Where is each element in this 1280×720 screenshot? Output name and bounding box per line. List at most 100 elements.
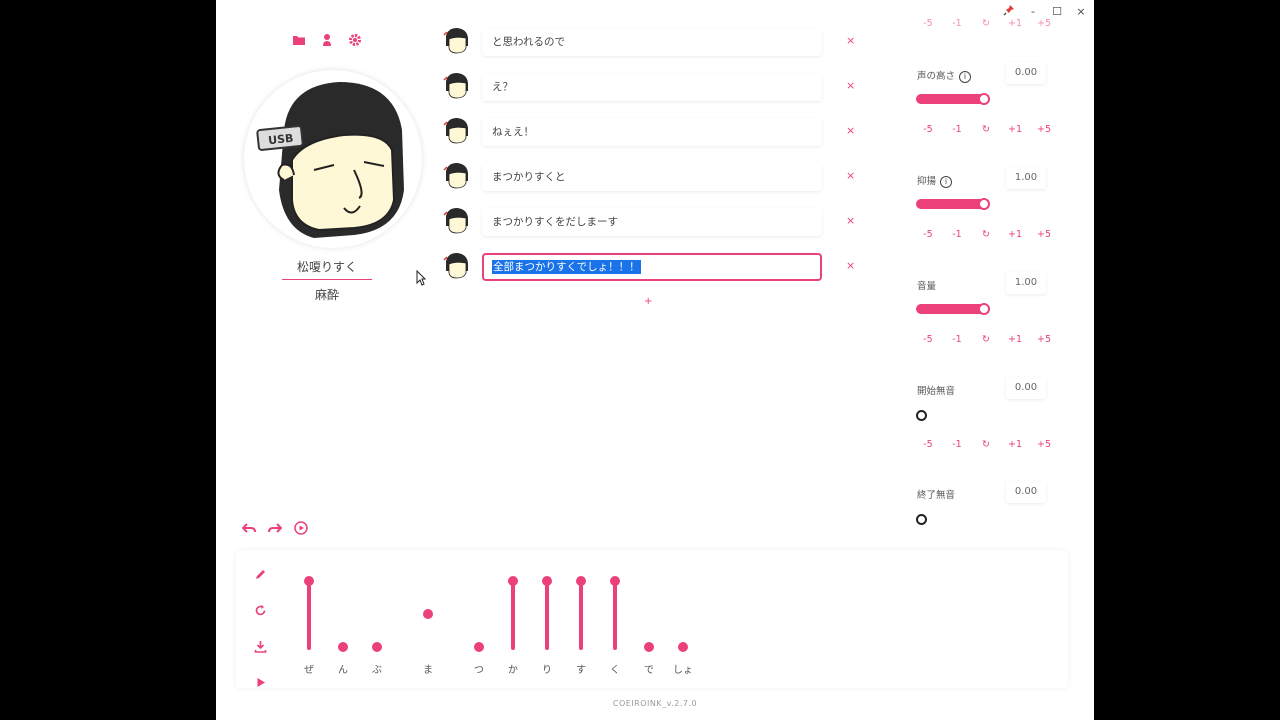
delete-line-button[interactable]: × [846,34,855,47]
step-button[interactable]: ↻ [974,18,998,29]
folder-icon[interactable] [292,32,306,51]
phoneme-handle[interactable] [338,642,348,652]
top-toolbar [292,32,362,51]
delete-line-button[interactable]: × [846,79,855,92]
close-window-button[interactable]: × [1074,5,1088,18]
phoneme-handle[interactable] [576,576,586,586]
param-slider[interactable] [916,303,990,315]
character-avatar[interactable]: USB [244,70,422,248]
editor-tools [254,566,267,693]
step-buttons: -5 -1 ↻ +1 +5 [916,124,1056,135]
step-button[interactable]: -1 [945,229,969,240]
step-button[interactable]: +1 [1003,18,1027,29]
step-button[interactable]: -5 [916,18,940,29]
line-text-input[interactable]: と思われるので [482,28,822,56]
style-name[interactable]: 麻酔 [282,286,372,303]
line-text-input[interactable]: まつかりすくと [482,163,822,191]
param-value-input[interactable]: 0.00 [1006,377,1046,399]
param-value-input[interactable]: 1.00 [1006,272,1046,294]
delete-line-button[interactable]: × [846,214,855,227]
gear-icon[interactable] [348,32,362,51]
reset-icon[interactable]: ↻ [974,124,998,135]
speaker-avatar-icon[interactable] [442,161,470,189]
delete-line-button[interactable]: × [846,124,855,137]
reset-icon[interactable]: ↻ [974,334,998,345]
step-button[interactable]: +1 [1003,334,1027,345]
step-button[interactable]: +5 [1032,18,1056,29]
speaker-avatar-icon[interactable] [442,251,470,279]
phoneme-bar[interactable] [511,581,515,650]
undo-icon[interactable] [241,520,256,539]
phoneme-handle[interactable] [644,642,654,652]
phoneme-char: ぜ [304,665,314,676]
slider-knob[interactable] [916,410,927,421]
pencil-icon[interactable] [254,566,267,585]
step-button[interactable]: -5 [916,334,940,345]
redo-icon[interactable] [268,520,283,539]
reset-icon[interactable]: ↻ [974,229,998,240]
slider-knob[interactable] [916,514,927,525]
step-button[interactable]: -1 [945,439,969,450]
phoneme-handle[interactable] [372,642,382,652]
info-icon[interactable]: i [940,175,953,188]
param-value-input[interactable]: 0.00 [1006,62,1046,84]
phoneme-bar[interactable] [307,581,311,650]
phoneme-editor: ぜ ん ぶ ま つ か り す く で しょ [236,550,1068,688]
step-button[interactable]: +1 [1003,229,1027,240]
delete-line-button[interactable]: × [846,169,855,182]
phoneme-bar[interactable] [579,581,583,650]
param-slider[interactable] [916,93,990,105]
delete-line-button[interactable]: × [846,259,855,272]
speaker-avatar-icon[interactable] [442,71,470,99]
step-button[interactable]: +1 [1003,124,1027,135]
line-text: まつかりすくをだしまーす [492,216,618,228]
step-button[interactable]: +5 [1032,334,1056,345]
line-text-input-active[interactable]: 全部まつかりすくでしょ！！！ [482,253,822,281]
phoneme-handle[interactable] [508,576,518,586]
phoneme-handle[interactable] [474,642,484,652]
step-button[interactable]: +5 [1032,229,1056,240]
speaker-avatar-icon[interactable] [442,206,470,234]
phoneme-handle[interactable] [542,576,552,586]
speaker-avatar-icon[interactable] [442,116,470,144]
phoneme-handle[interactable] [423,609,433,619]
step-button[interactable]: +5 [1032,439,1056,450]
slider-knob[interactable] [978,303,990,315]
step-button[interactable]: -1 [945,18,969,29]
step-button[interactable]: -5 [916,439,940,450]
partial-step-buttons: -5 -1 ↻ +1 +5 [916,18,1056,29]
download-icon[interactable] [254,638,267,657]
step-button[interactable]: +1 [1003,439,1027,450]
step-button[interactable]: -1 [945,124,969,135]
phoneme-handle[interactable] [610,576,620,586]
param-slider[interactable] [916,198,990,210]
phoneme-handle[interactable] [304,576,314,586]
version-label: COEIROINK_v.2.7.0 [612,699,698,708]
param-value-input[interactable]: 1.00 [1006,167,1046,189]
step-buttons: -5 -1 ↻ +1 +5 [916,334,1056,345]
line-text-input[interactable]: ねぇえ！ [482,118,822,146]
play-icon[interactable] [254,674,267,693]
step-button[interactable]: -1 [945,334,969,345]
reset-icon[interactable]: ↻ [974,439,998,450]
param-value-input[interactable]: 0.00 [1006,481,1046,503]
step-button[interactable]: -5 [916,124,940,135]
line-text-input[interactable]: まつかりすくをだしまーす [482,208,822,236]
refresh-icon[interactable] [254,602,267,621]
info-icon[interactable]: i [959,70,972,83]
slider-knob[interactable] [978,198,990,210]
play-circle-icon[interactable] [294,520,308,539]
line-text: え？ [492,81,513,93]
person-icon[interactable] [320,32,334,51]
speaker-avatar-icon[interactable] [442,26,470,54]
step-button[interactable]: +5 [1032,124,1056,135]
line-text-input[interactable]: え？ [482,73,822,101]
phoneme-bar[interactable] [613,581,617,650]
phoneme-char: く [610,665,620,676]
step-button[interactable]: -5 [916,229,940,240]
add-line-button[interactable]: + [644,296,652,307]
phoneme-handle[interactable] [678,642,688,652]
slider-knob[interactable] [978,93,990,105]
phoneme-bar[interactable] [545,581,549,650]
character-name[interactable]: 松嗄りすく [282,258,372,280]
